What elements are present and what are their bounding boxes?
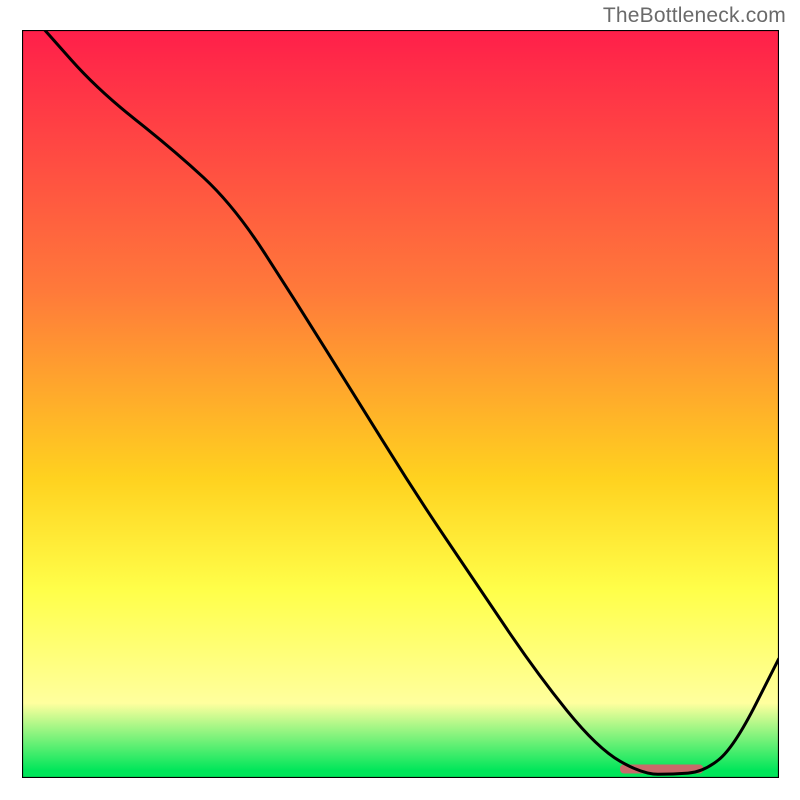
figure-container: TheBottleneck.com xyxy=(0,0,800,800)
chart-plot xyxy=(22,30,779,778)
attribution-label: TheBottleneck.com xyxy=(603,4,786,28)
gradient-background xyxy=(22,30,779,778)
chart-svg xyxy=(22,30,779,778)
